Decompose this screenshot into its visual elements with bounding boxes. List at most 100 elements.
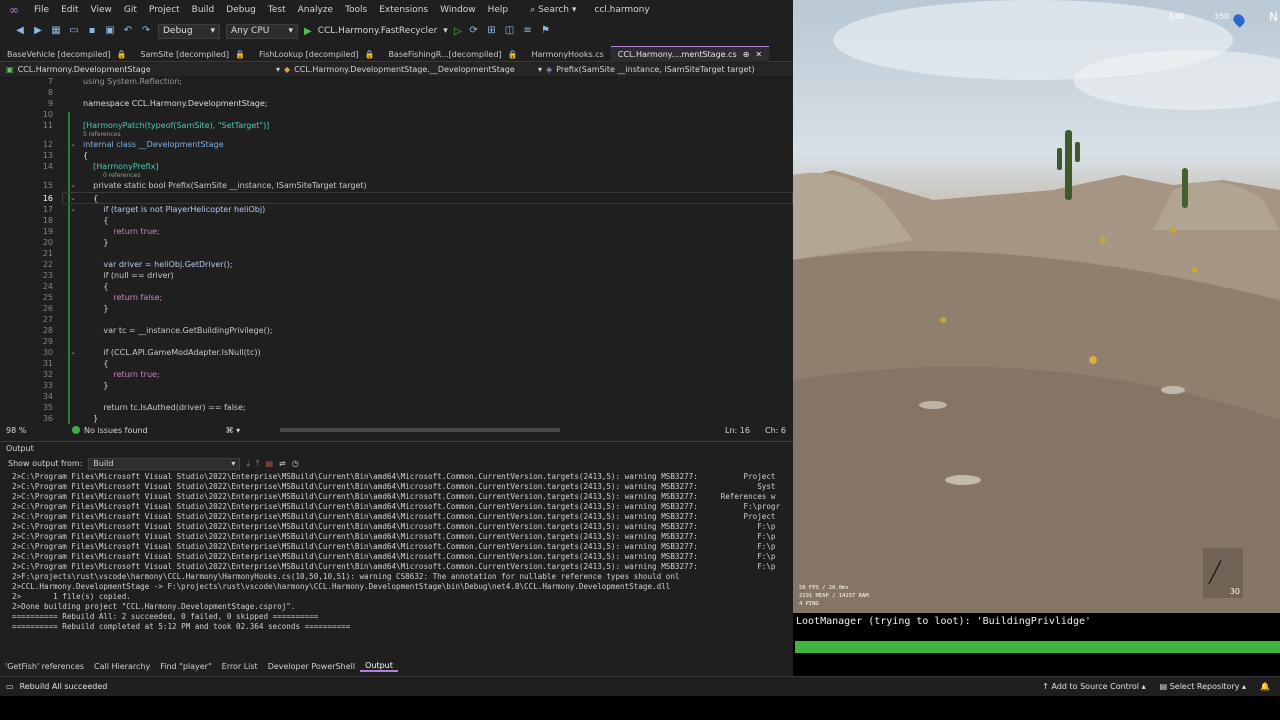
output-line: 2>C:\Program Files\Microsoft Visual Stud… bbox=[12, 472, 776, 481]
column-indicator[interactable]: Ch: 6 bbox=[765, 426, 793, 435]
code-editor[interactable]: 7 using System.Reflection; 8 9 namespace C… bbox=[0, 76, 793, 424]
tab-harmonyhooks[interactable]: HarmonyHooks.cs bbox=[525, 46, 611, 62]
format-icon[interactable]: ≡ bbox=[522, 25, 534, 37]
search-box[interactable]: ⌕ Search ▾ bbox=[524, 5, 582, 15]
codelens-references[interactable]: 5 references bbox=[83, 131, 121, 139]
tab-developmentstage[interactable]: CCL.Harmony....mentStage.cs ⊕ ✕ bbox=[610, 46, 770, 62]
find-message-icon[interactable]: ⤓ bbox=[246, 459, 250, 469]
line-text: if (null == driver) bbox=[83, 271, 174, 280]
open-icon[interactable]: ▭ bbox=[68, 25, 80, 37]
clear-all-icon[interactable]: ▤ bbox=[265, 459, 273, 468]
platform-dropdown[interactable]: Any CPU ▾ bbox=[226, 23, 298, 39]
tab-samsite[interactable]: SamSite [decompiled] 🔒 bbox=[133, 46, 252, 62]
configuration-value: Debug bbox=[163, 26, 193, 36]
menu-extensions[interactable]: Extensions bbox=[373, 5, 434, 15]
line-indicator[interactable]: Ln: 16 bbox=[725, 426, 765, 435]
forward-icon[interactable]: ▶ bbox=[32, 25, 44, 37]
close-icon[interactable]: ✕ bbox=[755, 50, 762, 59]
start-icon[interactable]: ▶ bbox=[304, 26, 312, 37]
prev-message-icon[interactable]: ⤒ bbox=[256, 459, 260, 469]
line-number: 27 bbox=[42, 315, 53, 324]
chevron-down-icon[interactable]: ▾ bbox=[443, 26, 448, 36]
line-text: } bbox=[83, 414, 99, 423]
add-to-source-control[interactable]: ↑ Add to Source Control ▴ bbox=[1042, 682, 1145, 691]
collapse-icon[interactable]: ⌄ bbox=[70, 139, 76, 150]
collapse-icon[interactable]: ⌄ bbox=[70, 204, 76, 215]
save-all-icon[interactable]: ▣ bbox=[104, 25, 116, 37]
menu-tools[interactable]: Tools bbox=[339, 5, 373, 15]
member-dropdown[interactable]: ▾ ◈ Prefix(SamSite __instance, ISamSiteTar… bbox=[532, 65, 792, 74]
screenshot-icon[interactable]: ◫ bbox=[504, 25, 516, 37]
redo-icon[interactable]: ↷ bbox=[140, 25, 152, 37]
output-source-dropdown[interactable]: Build ▾ bbox=[88, 457, 241, 470]
menu-build[interactable]: Build bbox=[186, 5, 221, 15]
menu-edit[interactable]: Edit bbox=[55, 5, 84, 15]
menu-view[interactable]: View bbox=[85, 5, 118, 15]
back-icon[interactable]: ◀ bbox=[14, 25, 26, 37]
brush-icon[interactable]: ⌘ ▾ bbox=[226, 426, 241, 435]
line-text: [HarmonyPatch(typeof(SamSite), "SetTarge… bbox=[83, 121, 270, 130]
new-item-icon[interactable]: ▦ bbox=[50, 25, 62, 37]
tmux-status-bar: [rust_serv0:bash* "user@user-pc:~/steamc… bbox=[795, 641, 1280, 676]
line-number: 33 bbox=[42, 381, 53, 390]
line-number: 10 bbox=[42, 110, 53, 119]
output-line: 2>C:\Program Files\Microsoft Visual Stud… bbox=[12, 482, 776, 491]
game-viewport[interactable]: 140 350 N 50 FPS / 20.0ms 2291 HEAP / 14… bbox=[793, 0, 1280, 613]
tab-call-hierarchy[interactable]: Call Hierarchy bbox=[89, 662, 155, 671]
save-icon[interactable]: ▪ bbox=[86, 25, 98, 37]
tab-basefishing[interactable]: BaseFishingR...[decompiled] 🔒 bbox=[381, 46, 524, 62]
desert-scene bbox=[793, 0, 1280, 613]
horizontal-scrollbar[interactable] bbox=[240, 424, 725, 436]
project-dropdown[interactable]: ▣ CCL.Harmony.DevelopmentStage bbox=[0, 65, 270, 74]
tmux-session[interactable]: [rust_serv0:bash* bbox=[797, 653, 884, 665]
tab-getfish-references[interactable]: 'GetFish' references bbox=[0, 662, 89, 671]
tab-label: BaseVehicle [decompiled] bbox=[7, 49, 111, 59]
issues-status[interactable]: No issues found bbox=[84, 426, 148, 435]
output-line: 2>C:\Program Files\Microsoft Visual Stud… bbox=[12, 512, 776, 521]
weapon-hotbar-slot[interactable]: ╱ 30 bbox=[1203, 548, 1243, 598]
menu-debug[interactable]: Debug bbox=[220, 5, 262, 15]
start-without-debugging-icon[interactable]: ▷ bbox=[454, 26, 462, 37]
word-wrap-icon[interactable]: ⇌ bbox=[279, 459, 286, 468]
menu-project[interactable]: Project bbox=[143, 5, 186, 15]
menu-window[interactable]: Window bbox=[434, 5, 482, 15]
pin-icon[interactable]: ⊕ bbox=[743, 50, 750, 59]
tab-developer-powershell[interactable]: Developer PowerShell bbox=[263, 662, 360, 671]
tab-basevehicle[interactable]: BaseVehicle [decompiled] 🔒 bbox=[0, 46, 133, 62]
menu-analyze[interactable]: Analyze bbox=[292, 5, 339, 15]
scrollbar-thumb[interactable] bbox=[280, 428, 561, 432]
tab-fishlookup[interactable]: FishLookup [decompiled] 🔒 bbox=[252, 46, 381, 62]
output-source-value: Build bbox=[93, 459, 114, 468]
bookmark-icon[interactable]: ⚑ bbox=[540, 25, 552, 37]
output-text[interactable]: 2>C:\Program Files\Microsoft Visual Stud… bbox=[0, 472, 793, 648]
browser-link-icon[interactable]: ⊞ bbox=[486, 25, 498, 37]
select-repository[interactable]: ▤ Select Repository ▴ bbox=[1160, 682, 1246, 691]
undo-icon[interactable]: ↶ bbox=[122, 25, 134, 37]
toolbar: ◀ ▶ ▦ ▭ ▪ ▣ ↶ ↷ Debug ▾ Any CPU ▾ ▶ CCL.Ha… bbox=[0, 20, 793, 42]
menu-test[interactable]: Test bbox=[262, 5, 292, 15]
tab-find-results[interactable]: Find "player" bbox=[155, 662, 216, 671]
type-dropdown[interactable]: ▾ ◆ CCL.Harmony.DevelopmentStage.__Develop… bbox=[270, 65, 532, 74]
zoom-level[interactable]: 98 % bbox=[0, 426, 34, 435]
tab-output[interactable]: Output bbox=[360, 661, 398, 672]
tab-error-list[interactable]: Error List bbox=[217, 662, 263, 671]
collapse-icon[interactable]: ⌄ bbox=[70, 193, 76, 204]
menu-help[interactable]: Help bbox=[482, 5, 515, 15]
menu-file[interactable]: File bbox=[28, 5, 55, 15]
status-bar-right: ↑ Add to Source Control ▴ ▤ Select Repos… bbox=[1042, 682, 1270, 691]
notifications-icon[interactable]: 🔔 bbox=[1260, 682, 1270, 691]
configuration-dropdown[interactable]: Debug ▾ bbox=[158, 23, 220, 39]
startup-project-label[interactable]: CCL.Harmony.FastRecycler bbox=[318, 26, 438, 36]
clock-icon[interactable]: ◷ bbox=[292, 459, 299, 468]
code-line: 34 bbox=[0, 391, 793, 402]
line-number: 21 bbox=[42, 249, 53, 258]
collapse-icon[interactable]: ⌄ bbox=[70, 180, 76, 191]
refresh-icon[interactable]: ⟳ bbox=[468, 25, 480, 37]
menu-git[interactable]: Git bbox=[118, 5, 143, 15]
line-text: } bbox=[83, 238, 109, 247]
line-text: } bbox=[83, 304, 109, 313]
fps-counter: 50 FPS / 20.0ms bbox=[799, 585, 849, 591]
line-text: return true; bbox=[83, 227, 160, 236]
codelens-references[interactable]: 0 references bbox=[103, 172, 141, 180]
collapse-icon[interactable]: ⌄ bbox=[70, 347, 76, 358]
